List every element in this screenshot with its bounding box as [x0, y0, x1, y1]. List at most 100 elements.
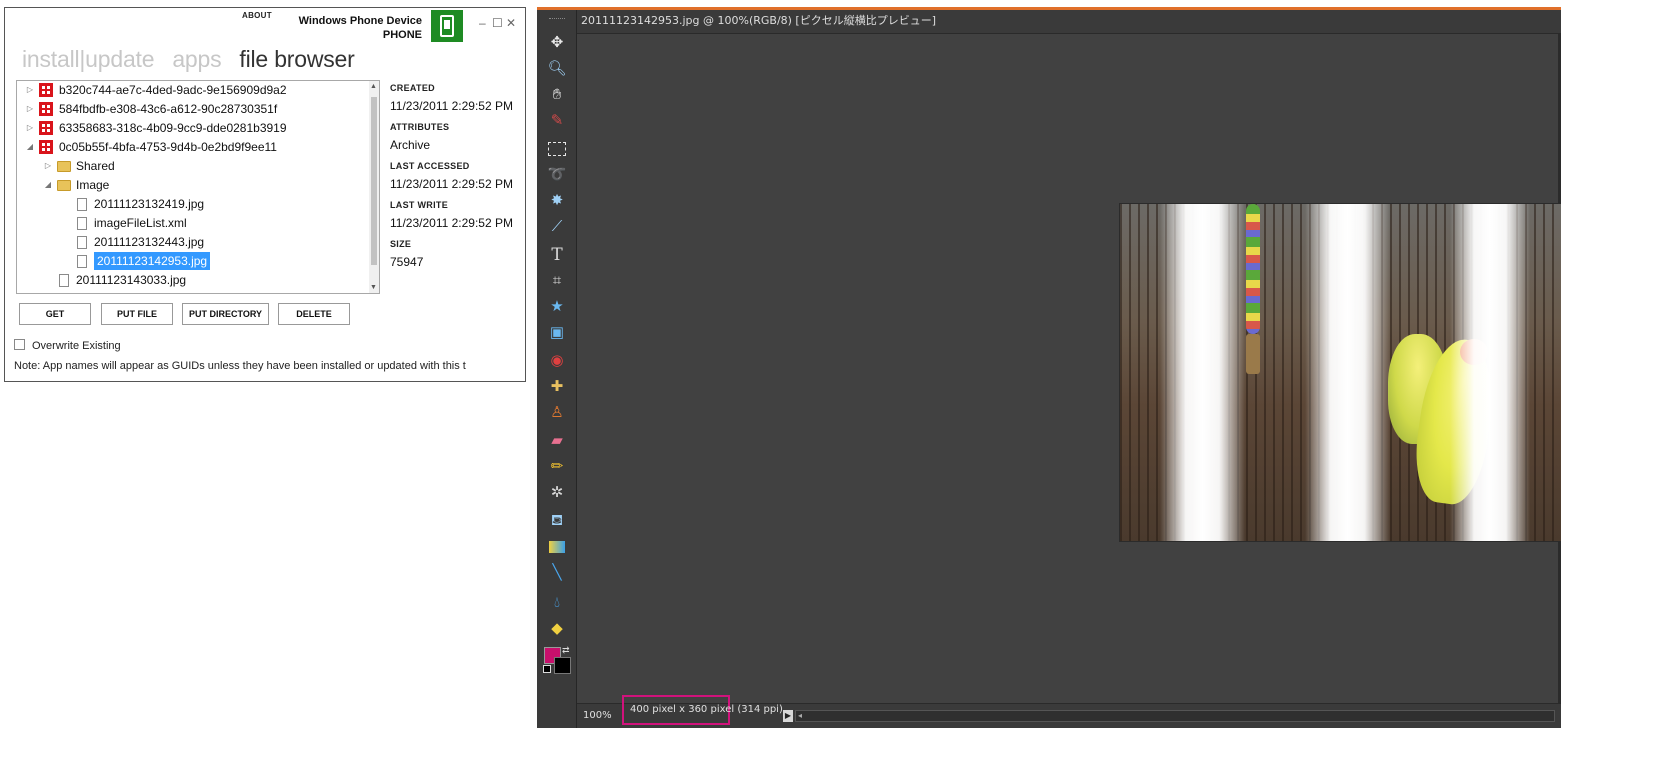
- zoom-tool-icon[interactable]: 🔍︎: [546, 58, 568, 80]
- expand-icon[interactable]: ▷: [43, 157, 53, 175]
- eyedropper-tool-icon[interactable]: ✎: [546, 110, 568, 132]
- size-label: SIZE: [390, 239, 412, 249]
- put-file-button[interactable]: PUT FILE: [101, 303, 173, 325]
- tab-file-browser[interactable]: file browser: [239, 46, 354, 72]
- brush-tool-icon[interactable]: ✲: [546, 482, 568, 504]
- expand-icon[interactable]: ▷: [25, 119, 35, 137]
- crop-tool-icon[interactable]: ⌗: [546, 270, 568, 292]
- tree-item-label: 584fbdfb-e308-43c6-a612-90c28730351f: [59, 102, 278, 116]
- recompose-tool-icon[interactable]: ▣: [546, 322, 568, 344]
- tree-item[interactable]: 20111123132419.jpg: [77, 195, 204, 213]
- document-size: 400 pixel x 360 pixel (314 ppi): [630, 704, 783, 715]
- file-icon: [77, 216, 87, 230]
- tree-item-label: Shared: [76, 159, 115, 173]
- tree-item[interactable]: 20111123132443.jpg: [77, 233, 204, 251]
- magic-wand-tool-icon[interactable]: ✸: [546, 190, 568, 212]
- blur-tool-icon[interactable]: 💧︎: [546, 592, 568, 614]
- marquee-tool-icon[interactable]: [546, 138, 568, 160]
- windows-phone-device-window: ABOUT Windows Phone Device PHONE – ☐ ✕ i…: [4, 7, 526, 382]
- maximize-button[interactable]: ☐: [492, 17, 503, 29]
- sponge-tool-icon[interactable]: ◆: [546, 618, 568, 640]
- minimize-button[interactable]: –: [479, 17, 486, 29]
- about-link[interactable]: ABOUT: [242, 11, 272, 20]
- hand-tool-icon[interactable]: ✋︎: [546, 84, 568, 106]
- close-button[interactable]: ✕: [506, 17, 516, 29]
- tree-item-label: 20111123132419.jpg: [94, 197, 205, 211]
- pencil-tool-icon[interactable]: ✏︎: [546, 456, 568, 478]
- tree-item-label: 20111123142953.jpg: [94, 252, 211, 270]
- status-bar: 100% 400 pixel x 360 pixel (314 ppi) ▶ ◂: [577, 695, 1561, 728]
- healing-brush-tool-icon[interactable]: ✚: [546, 376, 568, 398]
- expand-icon[interactable]: ▷: [25, 100, 35, 118]
- status-menu-arrow-icon[interactable]: ▶: [783, 710, 793, 722]
- zoom-level[interactable]: 100%: [583, 710, 612, 721]
- bead-toy: [1246, 204, 1260, 334]
- expand-icon[interactable]: ▷: [25, 81, 35, 99]
- document-image[interactable]: [1119, 203, 1561, 542]
- lasso-tool-icon[interactable]: ➰: [546, 164, 568, 186]
- tree-item[interactable]: ▷ Shared: [43, 157, 115, 175]
- app-icon: [39, 121, 53, 135]
- red-eye-tool-icon[interactable]: ◉: [546, 350, 568, 372]
- last-write-value: 11/23/2011 2:29:52 PM: [390, 216, 513, 230]
- created-value: 11/23/2011 2:29:52 PM: [390, 99, 513, 113]
- cage-bar-blur: [1160, 204, 1245, 541]
- type-tool-icon[interactable]: T: [546, 244, 568, 266]
- tab-install-update[interactable]: install|update: [22, 46, 155, 72]
- eraser-tool-icon[interactable]: ▰: [546, 430, 568, 452]
- tree-item-label: imageFileList.xml: [94, 216, 187, 230]
- background-color-swatch[interactable]: [554, 657, 571, 674]
- file-tree[interactable]: ▷ b320c744-ae7c-4ded-9adc-9e156909d9a2 ▷…: [16, 80, 380, 294]
- tree-item-label: Image: [76, 178, 110, 192]
- gradient-tool-icon[interactable]: [546, 536, 568, 558]
- tool-palette: ✥ 🔍︎ ✋︎ ✎ ➰ ✸ ⟋ T ⌗ ★ ▣ ◉ ✚ ♙ ▰ ✏︎ ✲ ⛾ ╲…: [537, 10, 577, 728]
- move-tool-icon[interactable]: ✥: [546, 32, 568, 54]
- collapse-icon[interactable]: ◢: [25, 138, 35, 156]
- collapse-icon[interactable]: ◢: [43, 176, 53, 194]
- canvas-area[interactable]: 20111123142953.jpg @ 100%(RGB/8) [ピクセル縦横…: [577, 10, 1561, 728]
- line-tool-icon[interactable]: ╲: [546, 562, 568, 584]
- tree-item[interactable]: ◢ Image: [43, 176, 109, 194]
- tree-item[interactable]: 20111123143033.jpg: [59, 271, 186, 289]
- tree-item-label: 20111123143033.jpg: [76, 273, 187, 287]
- tree-scrollbar[interactable]: ▲ ▼: [369, 81, 379, 293]
- created-label: CREATED: [390, 83, 435, 93]
- tree-item-label: b320c744-ae7c-4ded-9adc-9e156909d9a2: [59, 83, 287, 97]
- size-value: 75947: [390, 255, 424, 269]
- document-title: 20111123142953.jpg @ 100%(RGB/8) [ピクセル縦横…: [577, 10, 1561, 34]
- tree-item-label: 0c05b55f-4bfa-4753-9d4b-0e2bd9f9ee11: [59, 140, 277, 154]
- attributes-label: ATTRIBUTES: [390, 122, 450, 132]
- horizontal-scrollbar[interactable]: ◂: [795, 710, 1555, 722]
- tab-apps[interactable]: apps: [172, 46, 221, 72]
- tree-item[interactable]: imageFileList.xml: [77, 214, 187, 232]
- tree-item-selected[interactable]: 20111123142953.jpg: [77, 252, 211, 270]
- get-button[interactable]: GET: [19, 303, 91, 325]
- selection-brush-tool-icon[interactable]: ⟋: [546, 216, 568, 238]
- put-directory-button[interactable]: PUT DIRECTORY: [182, 303, 269, 325]
- paint-bucket-tool-icon[interactable]: ⛾: [546, 510, 568, 532]
- folder-icon: [57, 179, 71, 191]
- palette-grip[interactable]: [549, 18, 565, 21]
- default-colors-icon[interactable]: [543, 665, 551, 673]
- delete-button[interactable]: DELETE: [278, 303, 350, 325]
- tree-item[interactable]: ◢ 0c05b55f-4bfa-4753-9d4b-0e2bd9f9ee11: [25, 138, 277, 156]
- app-icon: [39, 140, 53, 154]
- tree-item[interactable]: ▷ b320c744-ae7c-4ded-9adc-9e156909d9a2: [25, 81, 287, 99]
- shape-tool-icon[interactable]: ★: [546, 296, 568, 318]
- overwrite-checkbox[interactable]: [14, 339, 25, 350]
- scroll-up-icon[interactable]: ▲: [370, 83, 377, 90]
- scroll-down-icon[interactable]: ▼: [370, 284, 377, 291]
- scroll-thumb[interactable]: [371, 97, 377, 265]
- file-icon: [77, 235, 87, 249]
- tree-item[interactable]: ▷ 584fbdfb-e308-43c6-a612-90c28730351f: [25, 100, 277, 118]
- scroll-left-icon[interactable]: ◂: [798, 711, 802, 720]
- swap-colors-icon[interactable]: ⇄: [562, 645, 570, 656]
- file-icon: [77, 197, 87, 211]
- folder-icon: [57, 160, 71, 172]
- attributes-value: Archive: [390, 138, 431, 152]
- photo-editor-window: ✥ 🔍︎ ✋︎ ✎ ➰ ✸ ⟋ T ⌗ ★ ▣ ◉ ✚ ♙ ▰ ✏︎ ✲ ⛾ ╲…: [537, 7, 1561, 728]
- clone-stamp-tool-icon[interactable]: ♙: [546, 402, 568, 424]
- main-nav: install|update apps file browser: [22, 46, 373, 73]
- tree-item[interactable]: ▷ 63358683-318c-4b09-9cc9-dde0281b3919: [25, 119, 287, 137]
- overwrite-label: Overwrite Existing: [32, 340, 121, 352]
